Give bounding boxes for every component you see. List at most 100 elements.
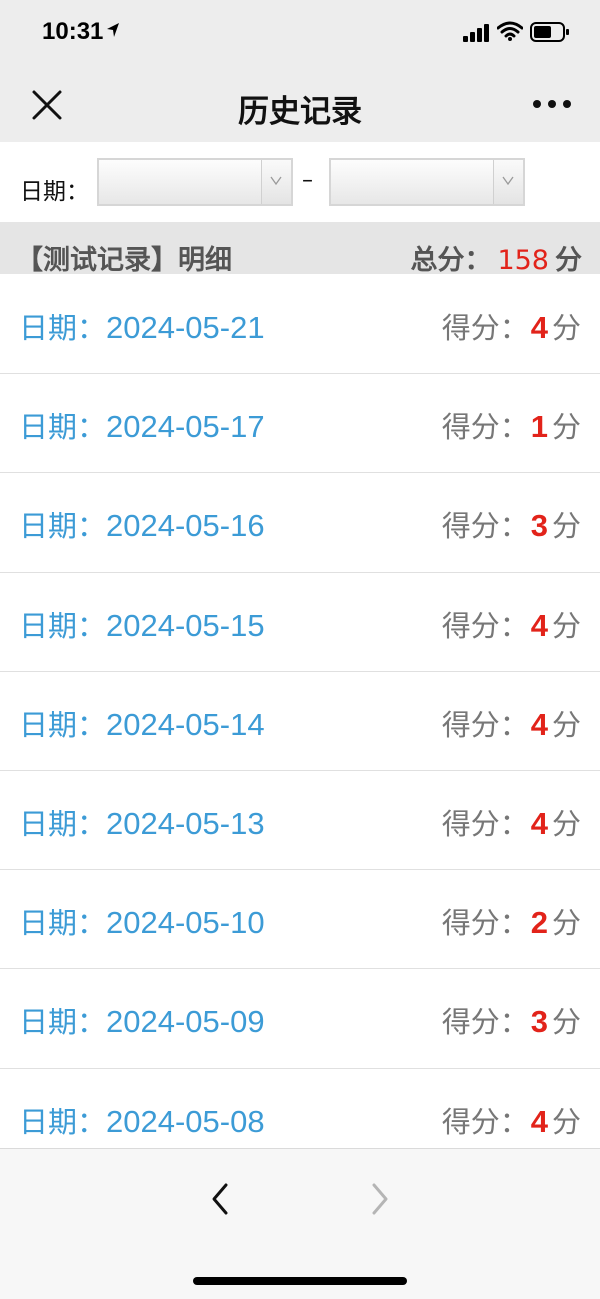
chevron-down-icon	[270, 176, 282, 186]
record-date: 日期：2024-05-09	[19, 999, 265, 1041]
record-date-value: 2024-05-17	[106, 409, 265, 445]
total-score-value: 158	[497, 245, 549, 276]
record-score-label: 得分：	[441, 509, 529, 544]
record-date-label: 日期：	[19, 311, 107, 345]
chevron-left-icon[interactable]	[206, 1181, 234, 1217]
record-date-label: 日期：	[19, 608, 107, 643]
chevron-right-icon[interactable]	[366, 1181, 394, 1217]
record-score-unit: 分	[551, 806, 581, 841]
record-score-value: 4	[530, 1103, 548, 1139]
record-score-value: 1	[530, 409, 548, 445]
nav-bar: 历史记录	[0, 64, 600, 142]
record-list[interactable]: 日期：2024-05-21 得分：4 分 日期：2024-05-17 得分：1 分 …	[0, 275, 600, 1148]
record-date-label: 日期：	[19, 906, 107, 941]
record-score-label: 得分：	[441, 410, 529, 445]
record-score-value: 3	[530, 508, 548, 544]
signal-icon	[463, 24, 489, 42]
record-score-unit: 分	[551, 1104, 581, 1139]
record-score-unit: 分	[551, 410, 581, 445]
start-date-select[interactable]	[97, 158, 293, 206]
record-score-label: 得分：	[441, 1104, 529, 1139]
record-score: 得分：4 分	[442, 801, 581, 843]
record-date-label: 日期：	[19, 707, 107, 742]
record-date-value: 2024-05-13	[106, 805, 265, 841]
record-score: 得分：4 分	[442, 1099, 581, 1141]
record-date-label: 日期：	[19, 1104, 107, 1139]
record-score-value: 2	[530, 905, 548, 941]
record-date-value: 2024-05-15	[106, 607, 265, 643]
record-score-label: 得分：	[441, 906, 529, 941]
record-score-value: 4	[530, 805, 548, 841]
date-filter: 日期： –	[0, 142, 600, 222]
summary-bar: 【测试记录】明细 总分： 158 分	[0, 222, 600, 277]
record-date: 日期：2024-05-17	[19, 404, 265, 446]
record-score-value: 4	[530, 706, 548, 742]
record-date-value: 2024-05-16	[106, 508, 265, 544]
record-score-unit: 分	[551, 509, 581, 544]
record-score-value: 4	[530, 310, 548, 345]
record-score: 得分：1 分	[442, 404, 581, 446]
record-score-value: 4	[530, 607, 548, 643]
record-score-label: 得分：	[441, 1005, 529, 1040]
record-row[interactable]: 日期：2024-05-17 得分：1 分	[0, 374, 600, 474]
record-score: 得分：4 分	[442, 702, 581, 744]
record-date-value: 2024-05-21	[106, 310, 265, 345]
record-date: 日期：2024-05-08	[19, 1099, 265, 1141]
status-time: 10:31	[42, 18, 104, 45]
date-filter-label: 日期：	[20, 179, 89, 205]
wifi-icon	[497, 21, 523, 41]
page-title: 历史记录	[238, 94, 362, 130]
record-date-value: 2024-05-09	[106, 1004, 265, 1040]
record-date-label: 日期：	[19, 410, 107, 445]
record-score: 得分：3 分	[442, 999, 581, 1041]
total-score-unit: 分	[555, 245, 582, 276]
record-score: 得分：2 分	[442, 900, 581, 942]
bottom-toolbar	[0, 1148, 600, 1299]
record-row[interactable]: 日期：2024-05-09 得分：3 分	[0, 969, 600, 1069]
record-row[interactable]: 日期：2024-05-14 得分：4 分	[0, 671, 600, 771]
end-date-select[interactable]	[329, 158, 525, 206]
battery-icon	[530, 22, 569, 42]
record-score: 得分：4 分	[442, 305, 581, 347]
record-row[interactable]: 日期：2024-05-16 得分：3 分	[0, 473, 600, 573]
record-score-label: 得分：	[441, 311, 529, 345]
date-range-separator: –	[302, 168, 313, 193]
record-date: 日期：2024-05-10	[19, 900, 265, 942]
record-score-unit: 分	[551, 311, 581, 345]
total-score-label: 总分：	[410, 245, 492, 276]
end-date-dropdown-arrow[interactable]	[493, 160, 523, 204]
record-score-unit: 分	[551, 906, 581, 941]
home-indicator	[193, 1277, 407, 1285]
record-score-label: 得分：	[441, 707, 529, 742]
record-score-unit: 分	[551, 707, 581, 742]
record-date-value: 2024-05-08	[106, 1103, 265, 1139]
record-date-value: 2024-05-14	[106, 706, 265, 742]
summary-title: 【测试记录】明细	[16, 245, 232, 276]
start-date-dropdown-arrow[interactable]	[261, 160, 291, 204]
record-score-value: 3	[530, 1004, 548, 1040]
record-row[interactable]: 日期：2024-05-10 得分：2 分	[0, 870, 600, 970]
more-icon[interactable]	[532, 98, 572, 110]
record-score: 得分：3 分	[442, 503, 581, 545]
status-bar: 10:31	[0, 0, 600, 64]
record-score-label: 得分：	[441, 608, 529, 643]
record-score-label: 得分：	[441, 806, 529, 841]
record-row[interactable]: 日期：2024-05-21 得分：4 分	[0, 275, 600, 375]
record-date: 日期：2024-05-15	[19, 603, 265, 645]
record-score: 得分：4 分	[442, 603, 581, 645]
record-date-label: 日期：	[19, 509, 107, 544]
record-row[interactable]: 日期：2024-05-08 得分：4 分	[0, 1068, 600, 1148]
total-score: 总分： 158 分	[410, 238, 582, 277]
record-date: 日期：2024-05-14	[19, 702, 265, 744]
record-row[interactable]: 日期：2024-05-15 得分：4 分	[0, 572, 600, 672]
record-date: 日期：2024-05-13	[19, 801, 265, 843]
record-date: 日期：2024-05-16	[19, 503, 265, 545]
record-date: 日期：2024-05-21	[19, 305, 265, 347]
record-date-label: 日期：	[19, 806, 107, 841]
location-arrow-icon	[107, 23, 119, 37]
record-date-label: 日期：	[19, 1005, 107, 1040]
record-row[interactable]: 日期：2024-05-13 得分：4 分	[0, 770, 600, 871]
chevron-down-icon	[502, 176, 514, 186]
record-score-unit: 分	[551, 1005, 581, 1040]
record-date-value: 2024-05-10	[106, 905, 265, 941]
